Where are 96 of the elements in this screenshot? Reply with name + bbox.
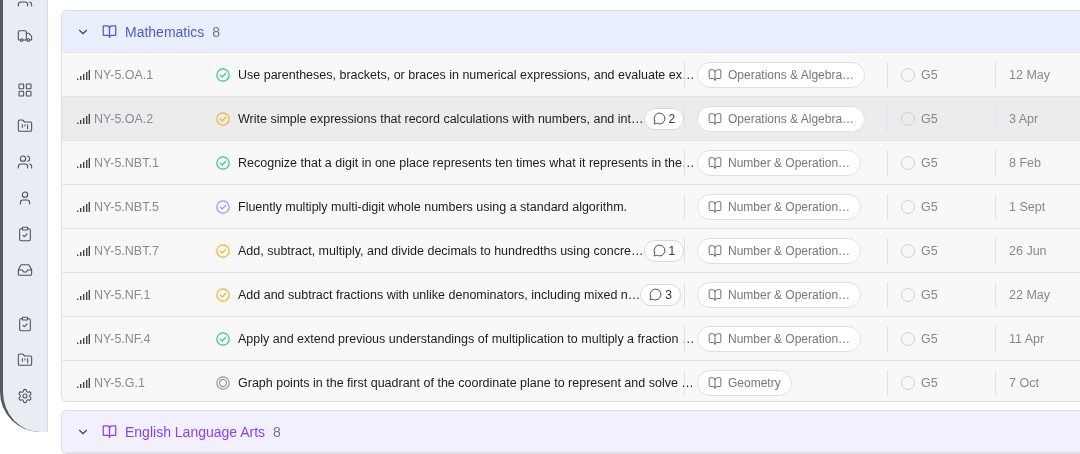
signal-bars-icon — [77, 377, 90, 388]
book-icon — [708, 67, 722, 82]
date-label: 11 Apr — [1009, 331, 1045, 346]
standard-row[interactable]: NY-5.NBT.5 Fluently multiply multi-digit whole numbers using a standard algorithm. Number & Operation… G5 1 Sept — [62, 185, 1080, 229]
grade-label: G5 — [921, 331, 938, 346]
book-icon — [708, 155, 722, 170]
grid-icon[interactable] — [17, 82, 33, 98]
comment-count[interactable]: 3 — [640, 283, 681, 306]
date-label: 3 Apr — [1009, 111, 1039, 126]
grade-label: G5 — [921, 67, 938, 82]
date-label: 1 Sept — [1009, 199, 1046, 214]
standard-title: Graph points in the first quadrant of the coordinate plane to represent and solve … — [238, 375, 694, 390]
grade-label: G5 — [921, 243, 938, 258]
domain-name: Number & Operation… — [728, 243, 851, 258]
domain-name: Number & Operation… — [728, 287, 851, 302]
standard-code: NY-5.OA.1 — [94, 67, 155, 82]
comment-number: 1 — [668, 243, 676, 258]
signal-bars-icon — [77, 245, 90, 256]
book-icon — [708, 375, 722, 390]
domain-tag[interactable]: Operations & Algebra… — [697, 61, 866, 88]
standard-title: Apply and extend previous understandings of multiplication to multiply a fraction … — [238, 331, 695, 346]
standard-code: NY-5.NF.1 — [94, 287, 152, 302]
grade-label: G5 — [921, 155, 938, 170]
group-count: 8 — [273, 423, 281, 440]
standard-row[interactable]: NY-5.NF.1 Add and subtract fractions with unlike denominators, including mixed n… 3 Number & Operation… G5 22 May — [62, 273, 1080, 317]
standard-title: Use parentheses, brackets, or braces in numerical expressions, and evaluate ex… — [238, 67, 695, 82]
inbox-icon[interactable] — [17, 262, 33, 278]
folder-icon[interactable] — [17, 352, 33, 368]
domain-tag[interactable]: Geometry — [697, 369, 792, 396]
domain-name: Operations & Algebra… — [728, 111, 855, 126]
group-title: Mathematics — [125, 23, 205, 40]
speech-bubble-icon — [652, 244, 666, 257]
grade-label: G5 — [921, 199, 938, 214]
signal-bars-icon — [77, 157, 90, 168]
signal-bars-icon — [77, 69, 90, 80]
speech-bubble-icon — [649, 288, 663, 301]
date-label: 8 Feb — [1009, 155, 1041, 170]
book-icon — [708, 243, 722, 258]
comment-count[interactable]: 2 — [643, 107, 685, 130]
date-label: 22 May — [1009, 287, 1050, 302]
settings-icon[interactable] — [17, 388, 33, 404]
date-label: 12 May — [1009, 67, 1050, 82]
standard-title: Fluently multiply multi-digit whole numbers using a standard algorithm. — [238, 199, 628, 214]
standard-row[interactable]: NY-5.NBT.1 Recognize that a digit in one place represents ten times what it represents in the… Number & Operation… G5 8 Feb — [62, 141, 1080, 185]
domain-name: Operations & Algebra… — [728, 67, 855, 82]
grade-label: G5 — [921, 111, 938, 126]
standard-code: NY-5.NBT.1 — [94, 155, 160, 170]
domain-tag[interactable]: Number & Operation… — [697, 193, 862, 220]
standard-title: Add and subtract fractions with unlike denominators, including mixed n… — [238, 287, 641, 302]
standard-code: NY-5.OA.2 — [94, 111, 155, 126]
book-icon — [708, 199, 722, 214]
clipboard-check-icon[interactable] — [17, 316, 33, 332]
folder-icon[interactable] — [17, 118, 33, 134]
grade-label: G5 — [921, 375, 938, 390]
user-icon[interactable] — [17, 190, 33, 206]
standard-row[interactable]: NY-5.OA.2 Write simple expressions that record calculations with numbers, and int… 2 Operations & Algebra… G5 3 Apr — [62, 97, 1080, 141]
signal-bars-icon — [77, 201, 90, 212]
standard-row[interactable]: NY-5.G.1 Graph points in the first quadrant of the coordinate plane to represent and solve … Geometry G5 7 Oct — [62, 361, 1080, 402]
domain-tag[interactable]: Number & Operation… — [697, 281, 862, 308]
domain-name: Number & Operation… — [728, 199, 851, 214]
speech-bubble-icon — [652, 112, 666, 125]
standard-code: NY-5.NF.4 — [94, 331, 152, 346]
standard-title: Recognize that a digit in one place represents ten times what it represents in the… — [238, 155, 695, 170]
standard-row[interactable]: NY-5.NF.4 Apply and extend previous understandings of multiplication to multiply a fraction … Number & Operation… G5 11 Apr — [62, 317, 1080, 361]
domain-tag[interactable]: Number & Operation… — [697, 237, 862, 264]
group-header[interactable]: Mathematics 8 — [62, 11, 1080, 53]
comment-number: 2 — [668, 111, 676, 126]
standard-title: Write simple expressions that record calculations with numbers, and int… — [238, 111, 644, 126]
book-icon — [708, 287, 722, 302]
signal-bars-icon — [77, 113, 90, 124]
grade-label: G5 — [921, 287, 938, 302]
group-count: 8 — [212, 23, 221, 40]
book-icon — [708, 331, 722, 346]
standard-code: NY-5.NBT.7 — [94, 243, 160, 258]
domain-tag[interactable]: Operations & Algebra… — [697, 105, 866, 132]
date-label: 7 Oct — [1009, 375, 1039, 390]
standard-code: NY-5.NBT.5 — [94, 199, 160, 214]
domain-name: Number & Operation… — [728, 155, 851, 170]
truck-icon[interactable] — [17, 28, 33, 44]
domain-tag[interactable]: Number & Operation… — [697, 149, 862, 176]
standard-row[interactable]: NY-5.NBT.7 Add, subtract, multiply, and divide decimals to hundredths using concre… 1 Number & Operation… G5 26 Jun — [62, 229, 1080, 273]
date-label: 26 Jun — [1009, 243, 1047, 258]
standard-title: Add, subtract, multiply, and divide decimals to hundredths using concre… — [238, 243, 644, 258]
clipboard-check-icon[interactable] — [17, 226, 33, 242]
standard-row[interactable]: NY-5.OA.1 Use parentheses, brackets, or braces in numerical expressions, and evaluate ex… Operations & Algebra… G5 12 May — [62, 53, 1080, 97]
domain-name: Geometry — [728, 375, 781, 390]
group-header[interactable]: English Language Arts 8 — [62, 411, 1080, 453]
comment-count[interactable]: 1 — [643, 239, 685, 262]
domain-tag[interactable]: Number & Operation… — [697, 325, 862, 352]
signal-bars-icon — [77, 333, 90, 344]
book-icon — [708, 111, 722, 126]
group-title: English Language Arts — [125, 423, 266, 440]
signal-bars-icon — [77, 289, 90, 300]
standard-code: NY-5.G.1 — [94, 375, 146, 390]
comment-number: 3 — [665, 287, 672, 302]
domain-name: Number & Operation… — [728, 331, 851, 346]
